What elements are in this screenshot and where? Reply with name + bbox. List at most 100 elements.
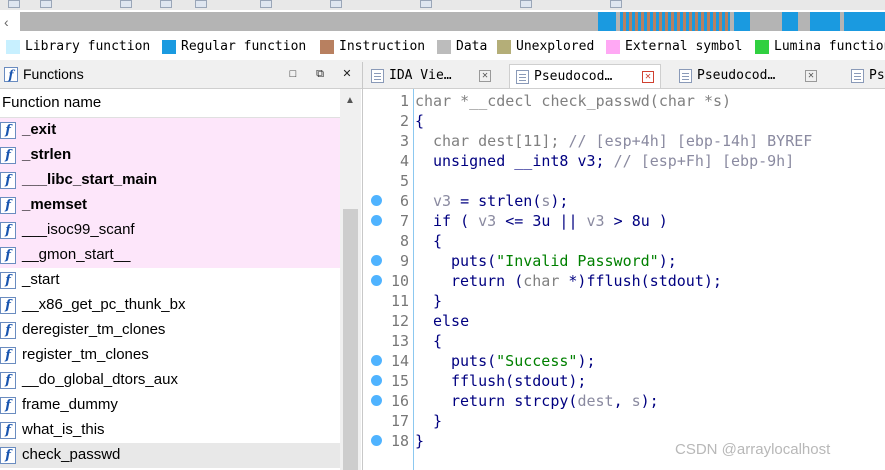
tab-pseudocode[interactable]: Ps	[845, 64, 885, 88]
close-panel-icon[interactable]: ✕	[341, 68, 353, 80]
function-icon: f	[0, 322, 16, 339]
code-token: {	[433, 232, 443, 250]
function-row[interactable]: f __x86_get_pc_thunk_bx	[0, 293, 340, 318]
breakpoint-dot-icon[interactable]	[371, 195, 382, 206]
code-line[interactable]: v3 = strlen(s);	[433, 191, 568, 211]
toolbar-button-icon[interactable]	[120, 0, 132, 8]
code-line[interactable]: {	[415, 111, 424, 131]
function-list[interactable]: f _exit f _strlen f ___libc_start_main f _me…	[0, 118, 340, 470]
code-line[interactable]: }	[415, 431, 424, 451]
function-row[interactable]: f _start	[0, 268, 340, 293]
function-icon: f	[0, 347, 16, 364]
function-name: _memset	[22, 196, 88, 213]
code-type: char	[523, 272, 560, 290]
code-token: fflush(stdout);	[451, 372, 587, 390]
toolbar-button-icon[interactable]	[160, 0, 172, 8]
line-number: 16	[390, 392, 409, 410]
code-comment: // [esp+Fh] [ebp-9h]	[613, 152, 795, 170]
tab-pseudocode-active[interactable]: Pseudocod… ✕	[509, 64, 661, 88]
code-line[interactable]: else	[433, 311, 469, 331]
legend-swatch	[755, 39, 769, 54]
legend-label: Instruction	[339, 39, 426, 54]
code-line[interactable]: puts("Success");	[451, 351, 596, 371]
vertical-scrollbar[interactable]: ▲	[340, 89, 361, 470]
function-icon: f	[0, 397, 16, 414]
function-row[interactable]: f __gmon_start__	[0, 243, 340, 268]
function-row[interactable]: f ___isoc99_scanf	[0, 218, 340, 243]
scrollbar-thumb[interactable]	[343, 209, 358, 470]
breakpoint-dot-icon[interactable]	[371, 275, 382, 286]
navigation-overview-bar[interactable]	[20, 12, 885, 31]
code-variable: s	[631, 392, 641, 410]
code-line[interactable]: {	[433, 331, 442, 351]
legend-swatch	[497, 39, 511, 54]
code-line[interactable]: unsigned __int8 v3; // [esp+Fh] [ebp-9h]	[433, 151, 794, 171]
code-line[interactable]: return strcpy(dest, s);	[451, 391, 659, 411]
code-token: return strcpy(	[451, 392, 578, 410]
code-token: return (	[451, 272, 524, 290]
function-row[interactable]: f deregister_tm_clones	[0, 318, 340, 343]
breakpoint-dot-icon[interactable]	[371, 375, 382, 386]
code-token: );	[577, 352, 596, 370]
code-token: )	[649, 212, 668, 230]
nav-segment-regular	[782, 12, 798, 31]
tab-pseudocode[interactable]: Pseudocod… ✕	[673, 64, 823, 88]
scroll-up-arrow-icon[interactable]: ▲	[345, 95, 355, 106]
close-tab-icon[interactable]: ✕	[805, 70, 817, 82]
function-row[interactable]: f _memset	[0, 193, 340, 218]
toolbar-button-icon[interactable]	[420, 0, 432, 8]
close-tab-icon[interactable]: ✕	[642, 71, 654, 83]
code-token: puts(	[451, 352, 497, 370]
function-icon: f	[4, 66, 18, 82]
code-string: "Invalid Password"	[496, 252, 659, 270]
pseudocode-icon	[679, 69, 692, 83]
function-icon: f	[0, 447, 16, 464]
nav-segment-mixed	[620, 12, 730, 31]
legend-label: Data	[456, 39, 488, 54]
breakpoint-dot-icon[interactable]	[371, 395, 382, 406]
breakpoint-dot-icon[interactable]	[371, 435, 382, 446]
tab-ida-view[interactable]: IDA Vie… ✕	[365, 64, 497, 88]
function-row[interactable]: f __do_global_dtors_aux	[0, 368, 340, 393]
float-panel-icon[interactable]: ⧉	[314, 68, 326, 80]
minimize-panel-icon[interactable]: □	[287, 68, 299, 80]
code-line[interactable]: if ( v3 <= 3u || v3 > 8u )	[433, 211, 668, 231]
navigation-band[interactable]: ‹	[0, 10, 885, 34]
function-row[interactable]: f register_tm_clones	[0, 343, 340, 368]
code-line[interactable]: return (char *)fflush(stdout);	[451, 271, 722, 291]
code-line[interactable]: char *__cdecl check_passwd(char *s)	[415, 91, 731, 111]
functions-panel-title-wrap: f Functions	[4, 66, 84, 82]
function-icon: f	[0, 297, 16, 314]
toolbar-button-icon[interactable]	[330, 0, 342, 8]
code-token: }	[415, 432, 425, 450]
code-line[interactable]: }	[433, 291, 442, 311]
nav-left-arrow-icon[interactable]: ‹	[4, 12, 18, 32]
function-row[interactable]: f ___libc_start_main	[0, 168, 340, 193]
function-row-selected[interactable]: f check_passwd	[0, 443, 340, 468]
code-line[interactable]: fflush(stdout);	[451, 371, 586, 391]
close-tab-icon[interactable]: ✕	[479, 70, 491, 82]
pseudocode-view[interactable]: 1 2 3 4 5 6 7 8 9 10 11 12 13 14 15 16 1…	[363, 89, 885, 470]
toolbar-button-icon[interactable]	[260, 0, 272, 8]
function-row[interactable]: f frame_dummy	[0, 393, 340, 418]
function-name: frame_dummy	[22, 396, 118, 413]
code-line[interactable]: puts("Invalid Password");	[451, 251, 677, 271]
toolbar-button-icon[interactable]	[520, 0, 532, 8]
function-row[interactable]: f _strlen	[0, 143, 340, 168]
toolbar-button-icon[interactable]	[8, 0, 20, 8]
function-row[interactable]: f what_is_this	[0, 418, 340, 443]
code-line[interactable]: {	[433, 231, 442, 251]
code-line[interactable]: char dest[11]; // [esp+4h] [ebp-14h] BYR…	[433, 131, 812, 151]
column-header[interactable]: Function name	[0, 89, 340, 118]
breakpoint-dot-icon[interactable]	[371, 215, 382, 226]
toolbar-button-icon[interactable]	[610, 0, 622, 8]
toolbar-button-icon[interactable]	[40, 0, 52, 8]
function-row[interactable]: f _exit	[0, 118, 340, 143]
code-line[interactable]: }	[433, 411, 442, 431]
breakpoint-dot-icon[interactable]	[371, 355, 382, 366]
toolbar-button-icon[interactable]	[195, 0, 207, 8]
code-token: ,	[613, 392, 632, 410]
functions-panel-header: f Functions □ ⧉ ✕	[0, 62, 362, 89]
function-name: _exit	[22, 121, 57, 138]
breakpoint-dot-icon[interactable]	[371, 255, 382, 266]
